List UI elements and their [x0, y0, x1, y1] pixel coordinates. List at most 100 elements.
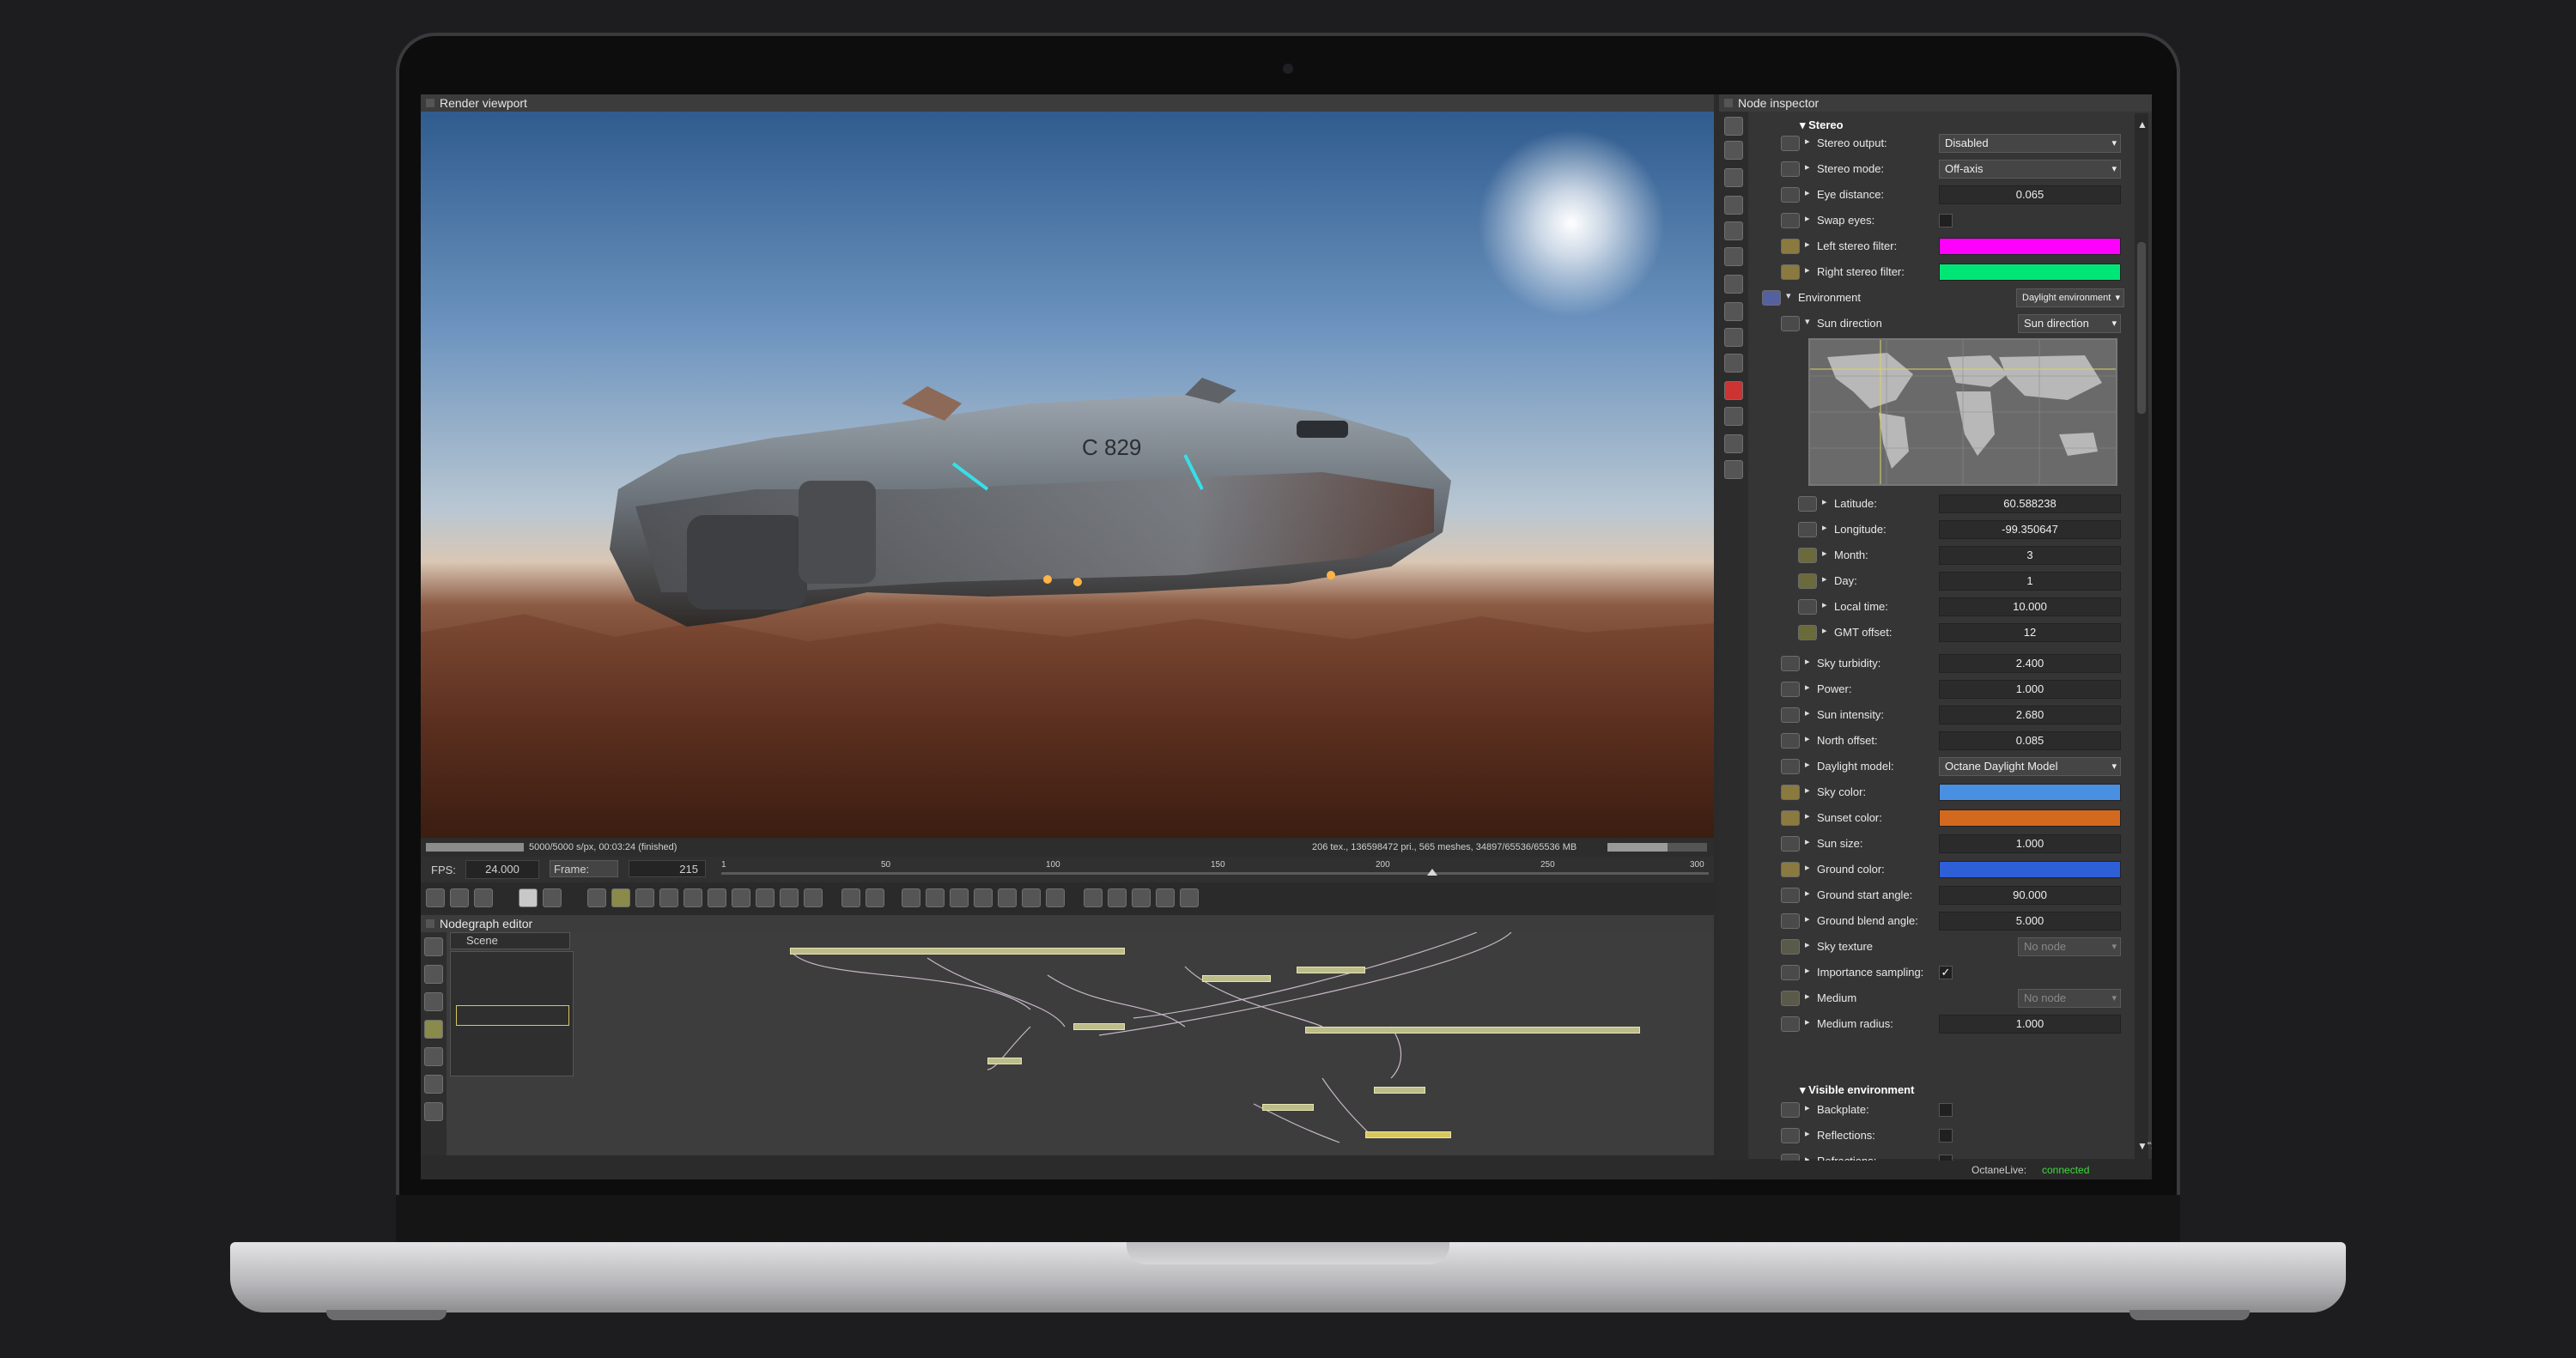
node-type-icon[interactable]: [1724, 381, 1743, 400]
color-swatch[interactable]: [1939, 861, 2121, 878]
number-field[interactable]: 2.680: [1939, 706, 2121, 724]
tool-icon[interactable]: [708, 888, 726, 907]
color-swatch[interactable]: [1939, 809, 2121, 827]
pin-icon[interactable]: [1781, 836, 1800, 852]
expand-arrow-icon[interactable]: ▸: [1805, 991, 1810, 1002]
local-time-field[interactable]: 10.000: [1939, 597, 2121, 616]
graph-node[interactable]: [1297, 967, 1365, 973]
lock-icon[interactable]: [841, 888, 860, 907]
play-icon[interactable]: [611, 888, 630, 907]
node-type-icon[interactable]: [1724, 354, 1743, 373]
expand-arrow-icon[interactable]: ▸: [1805, 682, 1810, 693]
graph-node[interactable]: [1262, 1104, 1314, 1111]
timeline-playhead[interactable]: [1427, 869, 1437, 876]
graph-node[interactable]: [1073, 1023, 1125, 1030]
latitude-field[interactable]: 60.588238: [1939, 494, 2121, 513]
stereo-mode-dropdown[interactable]: Off-axis: [1939, 160, 2121, 179]
left-filter-swatch[interactable]: [1939, 238, 2121, 255]
pin-icon[interactable]: [1798, 599, 1817, 615]
graph-node[interactable]: [1305, 1027, 1640, 1034]
crop-icon[interactable]: [866, 888, 884, 907]
node-type-icon[interactable]: [1724, 117, 1743, 136]
pin-icon[interactable]: [1781, 939, 1800, 955]
expand-arrow-icon[interactable]: ▸: [1805, 785, 1810, 796]
backplate-checkbox[interactable]: [1939, 1103, 1953, 1117]
number-field[interactable]: 1.000: [1939, 680, 2121, 699]
pin-icon[interactable]: [1781, 785, 1800, 800]
pin-icon[interactable]: [1781, 682, 1800, 697]
pin-icon[interactable]: [1781, 862, 1800, 877]
longitude-field[interactable]: -99.350647: [1939, 520, 2121, 539]
scroll-up-icon[interactable]: ▲: [2137, 118, 2148, 130]
world-map-picker[interactable]: [1808, 338, 2117, 486]
expand-arrow-icon[interactable]: ▸: [1805, 836, 1810, 847]
number-field[interactable]: 0.085: [1939, 731, 2121, 750]
expand-arrow-icon[interactable]: ▸: [1805, 759, 1810, 770]
node-type-icon[interactable]: [1724, 168, 1743, 187]
expand-arrow-icon[interactable]: ▸: [1805, 707, 1810, 718]
pin-icon[interactable]: [1781, 187, 1800, 203]
picker-icon[interactable]: [683, 888, 702, 907]
region-icon[interactable]: [450, 888, 469, 907]
pin-icon[interactable]: [1798, 496, 1817, 512]
pin-icon[interactable]: [1781, 965, 1800, 980]
pin-icon[interactable]: [1781, 991, 1800, 1006]
color-picker-icon[interactable]: [474, 888, 493, 907]
visible-environment-header[interactable]: ▾ Visible environment: [1800, 1083, 1914, 1097]
node-type-icon[interactable]: [1724, 302, 1743, 321]
expand-arrow-icon[interactable]: ▸: [1805, 965, 1810, 976]
node-type-icon[interactable]: [1724, 328, 1743, 347]
node-type-icon[interactable]: [1724, 460, 1743, 479]
number-field[interactable]: 1.000: [1939, 1015, 2121, 1034]
move-icon[interactable]: [1108, 888, 1127, 907]
frame-dropdown[interactable]: Frame:: [550, 860, 618, 877]
tool-icon[interactable]: [756, 888, 775, 907]
node-tool-icon[interactable]: [424, 1020, 443, 1039]
af-icon[interactable]: [659, 888, 678, 907]
gmt-offset-field[interactable]: 12: [1939, 623, 2121, 642]
graph-node[interactable]: [1202, 975, 1271, 982]
pin-icon[interactable]: [1781, 161, 1800, 177]
expand-arrow-icon[interactable]: ▸: [1805, 939, 1810, 950]
color-swatch[interactable]: [1939, 784, 2121, 801]
graph-node[interactable]: [790, 948, 1125, 955]
stop-icon[interactable]: [519, 888, 538, 907]
tool-icon[interactable]: [1084, 888, 1103, 907]
pin-icon[interactable]: [1781, 316, 1800, 331]
dropdown[interactable]: No node: [2018, 937, 2121, 956]
node-type-icon[interactable]: [1724, 434, 1743, 453]
expand-arrow-icon[interactable]: ▸: [1805, 810, 1810, 821]
dropdown[interactable]: Octane Daylight Model: [1939, 757, 2121, 776]
pin-icon[interactable]: [1781, 733, 1800, 749]
swap-eyes-checkbox[interactable]: [1939, 214, 1953, 227]
pin-icon[interactable]: [1781, 888, 1800, 903]
sun-direction-dropdown[interactable]: Sun direction: [2018, 314, 2121, 333]
pin-icon[interactable]: [1798, 522, 1817, 537]
pin-icon[interactable]: [1781, 707, 1800, 723]
number-field[interactable]: 90.000: [1939, 886, 2121, 905]
node-type-icon[interactable]: [1724, 141, 1743, 160]
fullscreen-icon[interactable]: [1156, 888, 1175, 907]
pin-icon[interactable]: [1781, 213, 1800, 228]
tool-icon[interactable]: [998, 888, 1017, 907]
scroll-thumb[interactable]: [2137, 242, 2146, 414]
node-tool-icon[interactable]: [424, 1102, 443, 1121]
node-type-icon[interactable]: [1724, 247, 1743, 266]
tool-icon[interactable]: [950, 888, 969, 907]
number-field[interactable]: 5.000: [1939, 912, 2121, 931]
number-field[interactable]: 2.400: [1939, 654, 2121, 673]
node-tool-icon[interactable]: [424, 992, 443, 1011]
node-type-icon[interactable]: [1724, 221, 1743, 240]
node-type-icon[interactable]: [1724, 196, 1743, 215]
camera-icon[interactable]: [635, 888, 654, 907]
tool-icon[interactable]: [926, 888, 945, 907]
expand-arrow-icon[interactable]: ▸: [1805, 888, 1810, 899]
node-type-icon[interactable]: [1724, 275, 1743, 294]
dropdown[interactable]: No node: [2018, 989, 2121, 1008]
expand-arrow-icon[interactable]: ▸: [1805, 656, 1810, 667]
pin-icon[interactable]: [1781, 656, 1800, 671]
expand-arrow-icon[interactable]: ▸: [1805, 1016, 1810, 1028]
pin-icon[interactable]: [1781, 759, 1800, 774]
graph-node[interactable]: [1374, 1087, 1425, 1094]
reflections-checkbox[interactable]: [1939, 1129, 1953, 1143]
